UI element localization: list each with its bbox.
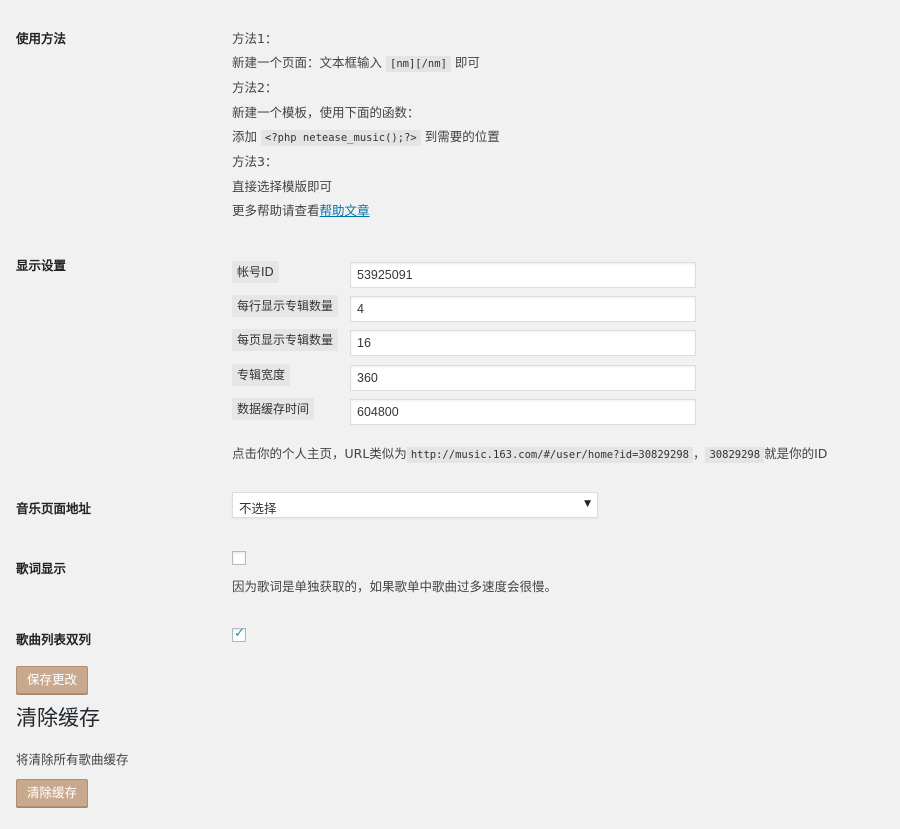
- method1-desc: 新建一个页面：文本框输入 [nm][/nm] 即可: [232, 52, 480, 72]
- save-changes-button[interactable]: 保存更改: [16, 666, 89, 694]
- method2-code-line: 添加 <?php netease_music();?> 到需要的位置: [232, 126, 500, 146]
- album-width-input[interactable]: [350, 365, 696, 391]
- albums-per-page-label: 每页显示专辑数量: [232, 329, 339, 351]
- lyrics-checkbox[interactable]: [232, 551, 246, 565]
- cache-time-label: 数据缓存时间: [232, 398, 315, 420]
- music-page-label: 音乐页面地址: [16, 501, 92, 516]
- hint-text-end: 就是你的ID: [764, 446, 828, 461]
- clear-cache-button[interactable]: 清除缓存: [16, 779, 89, 807]
- two-column-label: 歌曲列表双列: [16, 632, 92, 647]
- method3-desc: 直接选择模版即可: [232, 179, 333, 194]
- user-id-hint: 点击你的个人主页，URL类似为 http://music.163.com/#/us…: [232, 443, 828, 463]
- hint-url-code: http://music.163.com/#/user/home?id=3082…: [406, 447, 693, 463]
- method2-desc: 新建一个模板，使用下面的函数：: [232, 105, 420, 120]
- hint-text: 点击你的个人主页，URL类似为: [232, 446, 407, 461]
- dropdown-arrow-icon: ▼: [584, 499, 591, 509]
- method2-add-text: 添加: [232, 129, 258, 144]
- clear-cache-heading: 清除缓存: [16, 706, 100, 730]
- account-id-input[interactable]: [350, 262, 696, 288]
- method1-text: 新建一个页面：文本框输入: [232, 55, 383, 70]
- method2-title: 方法2：: [232, 80, 278, 95]
- clear-cache-desc: 将清除所有歌曲缓存: [16, 752, 129, 767]
- music-page-select[interactable]: 不选择 ▼: [232, 492, 598, 518]
- more-help-text: 更多帮助请查看: [232, 203, 320, 218]
- usage-section-label: 使用方法: [16, 31, 67, 46]
- albums-per-row-input[interactable]: [350, 296, 696, 322]
- music-page-selected-value: 不选择: [239, 501, 277, 516]
- method3-title: 方法3：: [232, 154, 278, 169]
- display-section-label: 显示设置: [16, 258, 67, 273]
- method1-text-end: 即可: [454, 55, 480, 70]
- two-column-checkbox[interactable]: ✓: [232, 626, 246, 642]
- method1-shortcode: [nm][/nm]: [386, 56, 451, 72]
- method2-text-end: 到需要的位置: [424, 129, 500, 144]
- method1-title: 方法1：: [232, 31, 278, 46]
- more-help-line: 更多帮助请查看帮助文章: [232, 200, 370, 219]
- hint-id-code: 30829298: [705, 447, 765, 463]
- cache-time-input[interactable]: [350, 399, 696, 425]
- album-width-label: 专辑宽度: [232, 364, 291, 386]
- lyrics-note: 因为歌词是单独获取的，如果歌单中歌曲过多速度会很慢。: [232, 579, 558, 594]
- account-id-label: 帐号ID: [232, 261, 279, 283]
- hint-comma: ，: [692, 446, 706, 461]
- albums-per-row-label: 每行显示专辑数量: [232, 295, 339, 317]
- help-article-link[interactable]: 帮助文章: [320, 203, 370, 218]
- method2-php-code: <?php netease_music();?>: [261, 130, 421, 146]
- lyrics-label: 歌词显示: [16, 561, 67, 576]
- checkmark-icon: ✓: [234, 626, 245, 641]
- albums-per-page-input[interactable]: [350, 330, 696, 356]
